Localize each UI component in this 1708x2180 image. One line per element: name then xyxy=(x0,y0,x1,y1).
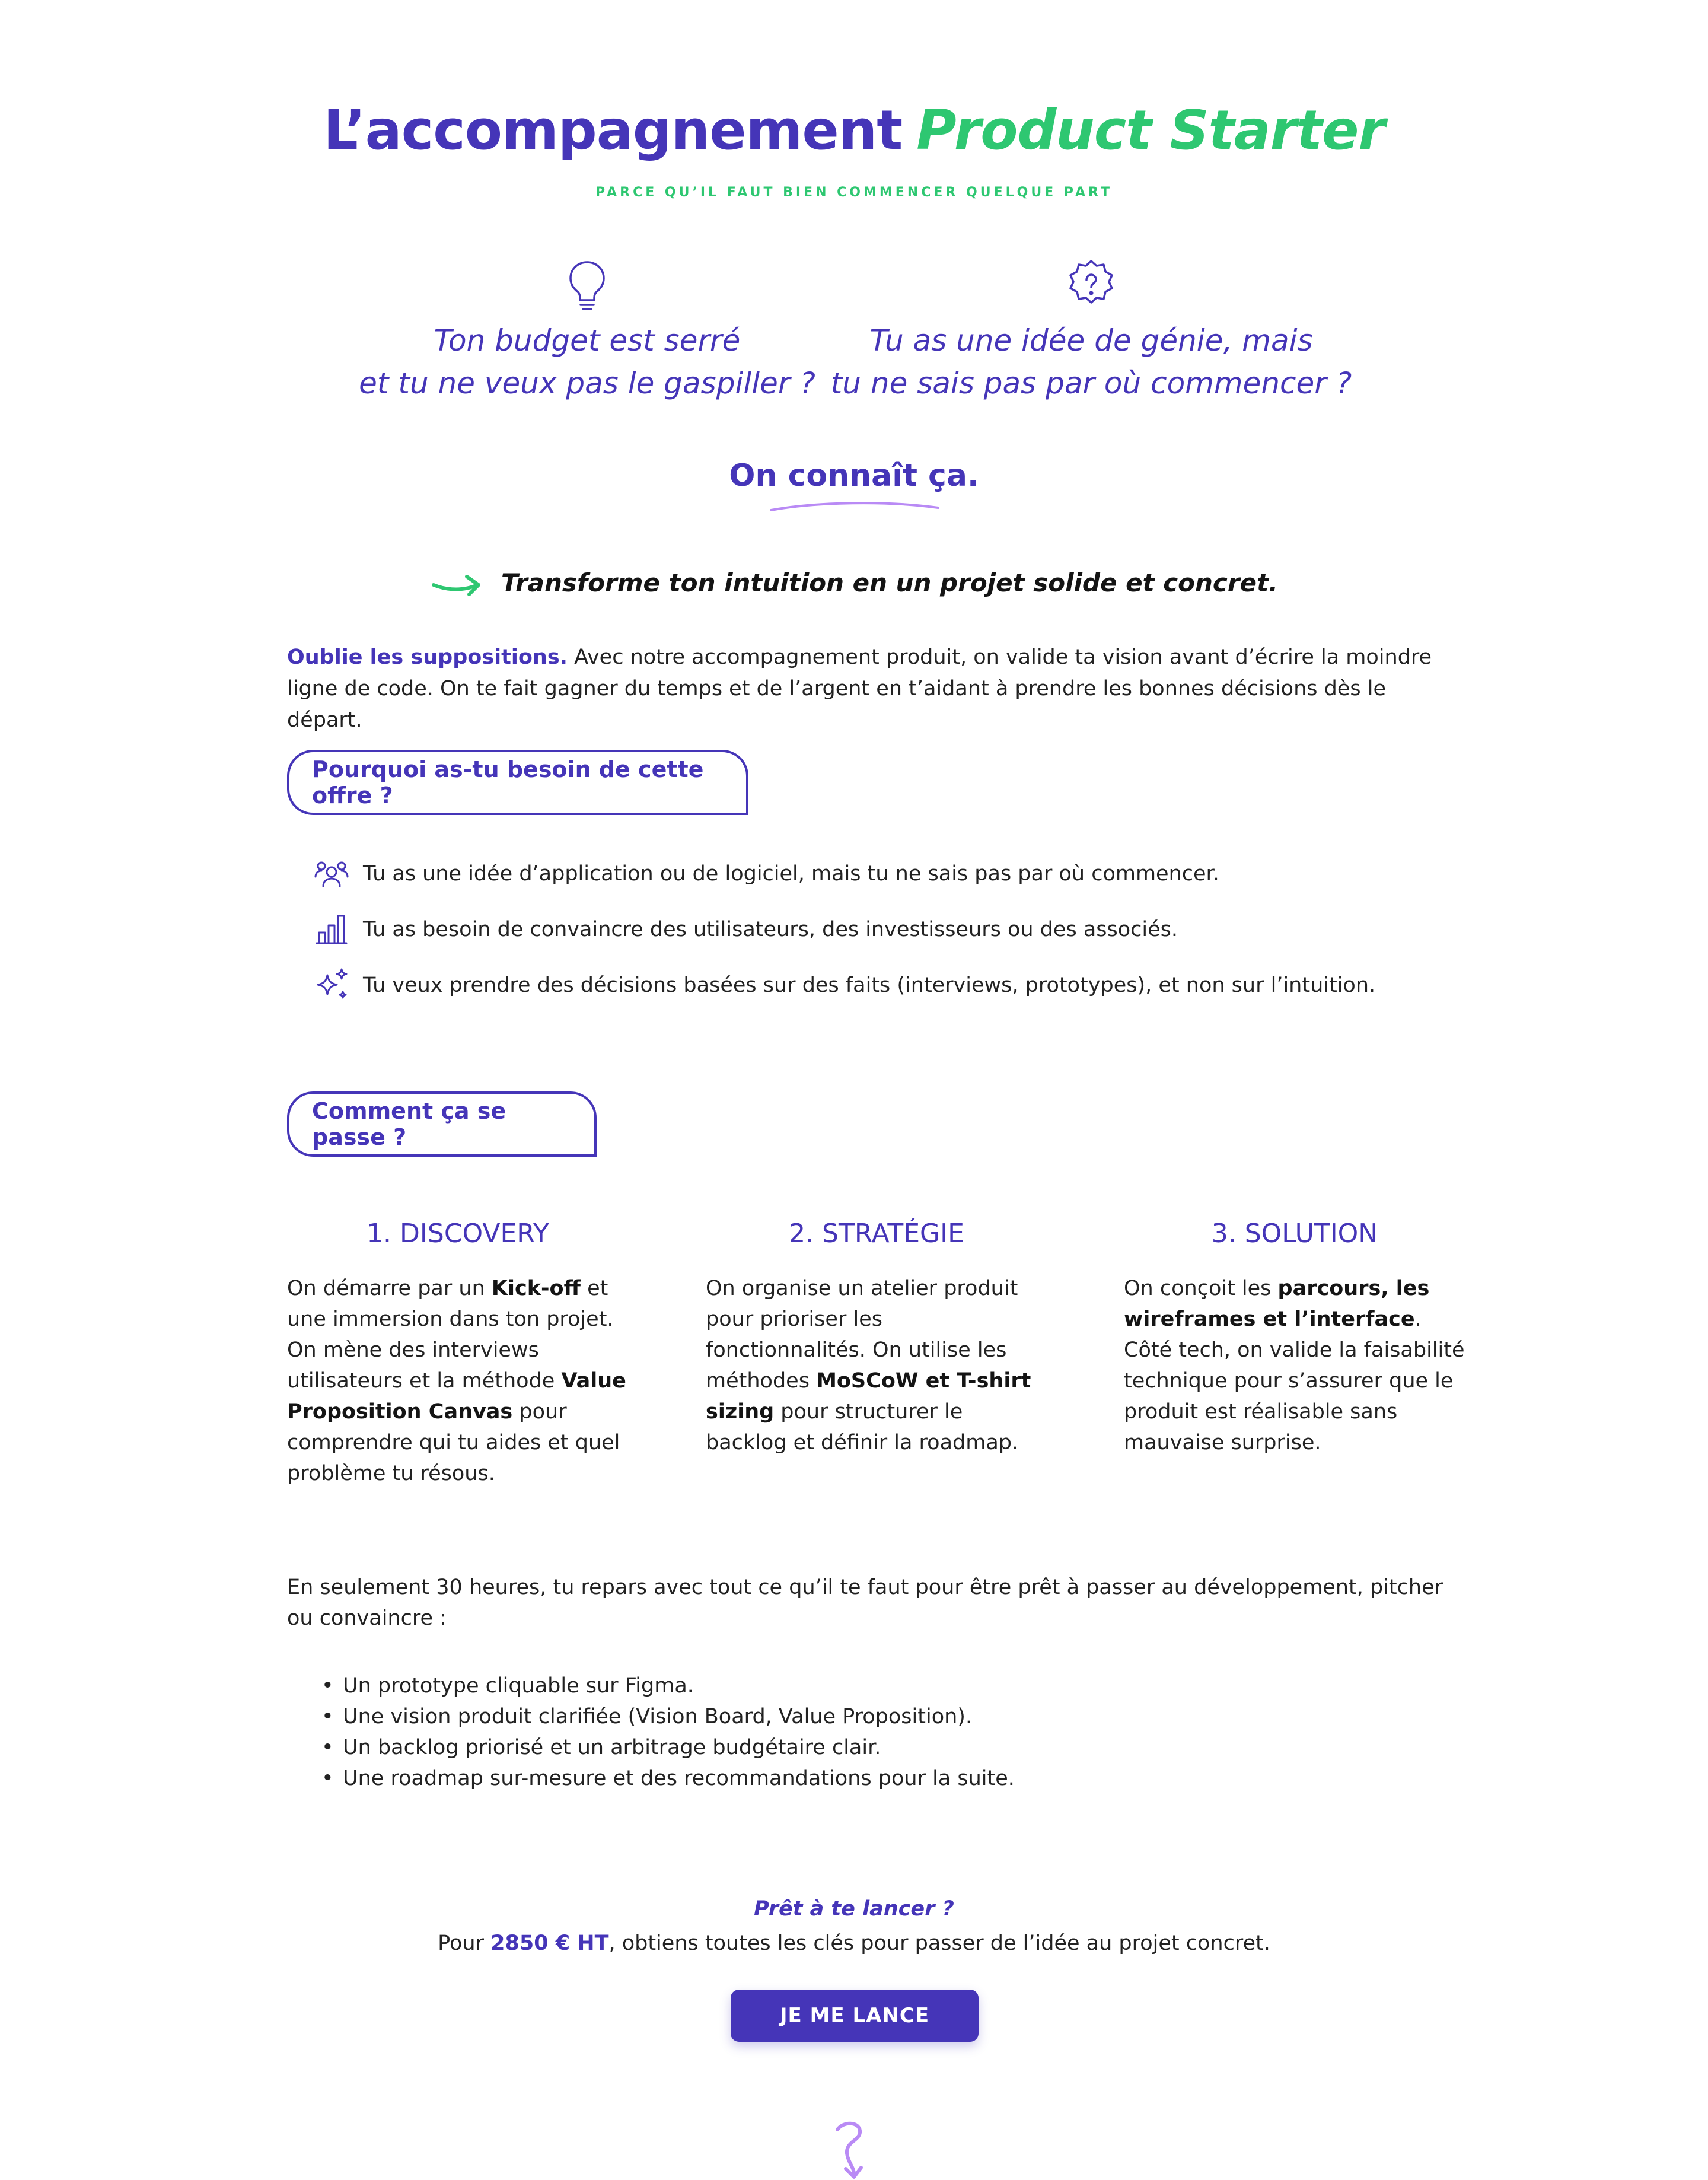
curved-arrow-icon xyxy=(431,574,480,596)
pain-point-budget: Ton budget est serré et tu ne veux pas l… xyxy=(320,256,854,405)
underline-swoosh xyxy=(770,502,939,511)
je-me-lance-button[interactable]: JE ME LANCE xyxy=(731,1990,979,2042)
pain-budget-line2: et tu ne veux pas le gaspiller ? xyxy=(359,366,815,400)
why-heading-pill: Pourquoi as-tu besoin de cette offre ? xyxy=(287,750,748,815)
users-icon xyxy=(314,861,349,887)
list-item: Tu veux prendre des décisions basées sur… xyxy=(313,957,1499,1013)
list-item: Tu as besoin de convaincre des utilisate… xyxy=(313,902,1499,957)
price-prefix: Pour xyxy=(438,1931,491,1955)
sparkles-icon xyxy=(317,968,348,999)
known-heading: On connaît ça. xyxy=(729,458,979,494)
why-item-3-text: Tu veux prendre des décisions basées sur… xyxy=(363,973,1376,997)
lightbulb-icon xyxy=(569,261,605,310)
bar-chart-icon xyxy=(316,915,348,944)
list-item: Une roadmap sur-mesure et des recommanda… xyxy=(321,1763,1410,1794)
tagline: Transforme ton intuition en un projet so… xyxy=(0,568,1708,599)
scroll-down-doodle-icon xyxy=(836,2121,863,2179)
page-title: L’accompagnement Product Starter xyxy=(0,95,1708,166)
list-item: Une vision produit clarifiée (Vision Boa… xyxy=(321,1701,1410,1732)
why-list: Tu as une idée d’application ou de logic… xyxy=(313,846,1499,1013)
deliverables-list: Un prototype cliquable sur Figma. Une vi… xyxy=(321,1670,1410,1794)
question-badge-icon xyxy=(1069,260,1113,304)
list-item: Tu as une idée d’application ou de logic… xyxy=(313,846,1499,902)
why-item-1-text: Tu as une idée d’application ou de logic… xyxy=(363,862,1219,886)
price-suffix: , obtiens toutes les clés pour passer de… xyxy=(608,1931,1270,1955)
step-solution: 3. SOLUTION On conçoit les parcours, les… xyxy=(1124,1216,1465,1458)
summary-paragraph: En seulement 30 heures, tu repars avec t… xyxy=(287,1576,1443,1630)
pain-idea-line1: Tu as une idée de génie, mais xyxy=(869,323,1313,358)
step-strategie: 2. STRATÉGIE On organise un atelier prod… xyxy=(706,1216,1047,1458)
tagline-text: Transforme ton intuition en un projet so… xyxy=(501,568,1279,597)
intro-lead: Oublie les suppositions. xyxy=(287,645,568,669)
intro-paragraph: Oublie les suppositions. Avec notre acco… xyxy=(287,642,1449,736)
price-value: 2850 € HT xyxy=(490,1931,609,1955)
step-title: 3. SOLUTION xyxy=(1211,1218,1378,1249)
pain-point-idea: Tu as une idée de génie, mais tu ne sais… xyxy=(824,256,1358,405)
why-item-2-text: Tu as besoin de convaincre des utilisate… xyxy=(363,918,1178,941)
title-main: L’accompagnement xyxy=(323,98,903,162)
title-accent: Product Starter xyxy=(916,98,1385,162)
step-title: 2. STRATÉGIE xyxy=(789,1218,964,1249)
list-item: Un prototype cliquable sur Figma. xyxy=(321,1670,1410,1701)
pain-budget-line1: Ton budget est serré xyxy=(434,323,741,358)
price-line: Pour 2850 € HT, obtiens toutes les clés … xyxy=(0,1931,1708,1955)
step-description: On organise un atelier produit pour prio… xyxy=(706,1277,1031,1455)
product-starter-page: L’accompagnement Product Starter PARCE QU… xyxy=(0,0,1708,2180)
cta-title: Prêt à te lancer ? xyxy=(754,1897,954,1921)
pain-idea-line2: tu ne sais pas par où commencer ? xyxy=(830,366,1352,400)
how-heading-pill: Comment ça se passe ? xyxy=(287,1091,597,1157)
page-subtitle: PARCE QU’IL FAUT BIEN COMMENCER QUELQUE … xyxy=(595,185,1113,200)
list-item: Un backlog priorisé et un arbitrage budg… xyxy=(321,1732,1410,1763)
step-discovery: 1. DISCOVERY On démarre par un Kick-off … xyxy=(287,1216,629,1489)
step-description: On conçoit les parcours, les wireframes … xyxy=(1124,1277,1465,1455)
step-description: On démarre par un Kick-off et une immers… xyxy=(287,1277,626,1485)
step-title: 1. DISCOVERY xyxy=(367,1218,549,1249)
